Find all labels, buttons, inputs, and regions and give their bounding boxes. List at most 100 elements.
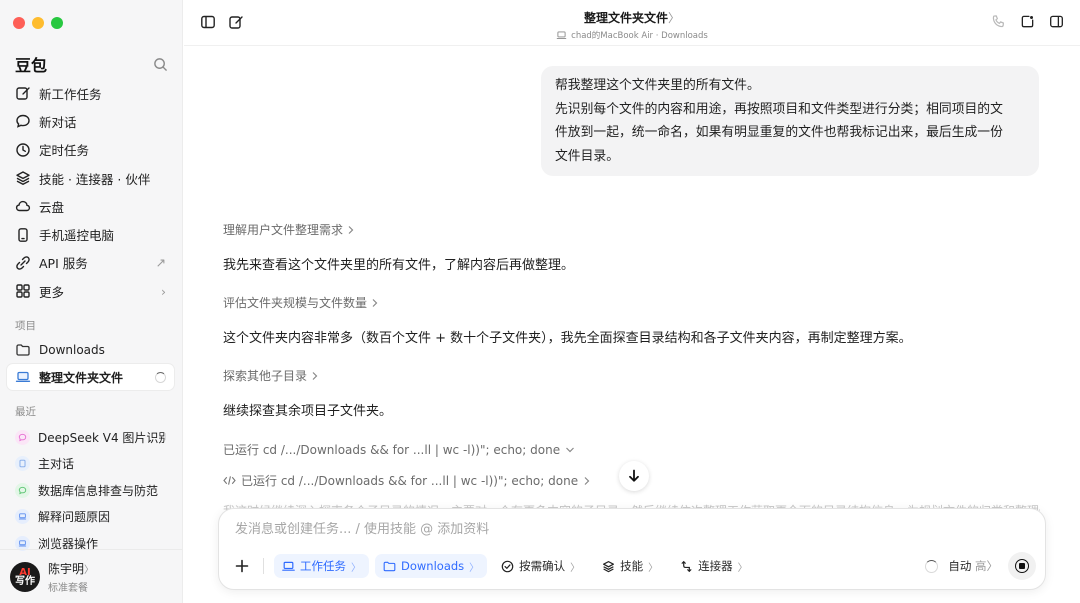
minimize-window-button[interactable] [32,17,44,29]
recent-label: 解释问题原因 [38,510,111,525]
chevron-right-icon [371,298,379,308]
project-label: Downloads [39,343,105,357]
app-title: 豆包 [15,56,48,75]
user-message-line: 帮我整理这个文件夹里的所有文件。 [555,78,760,93]
nav-cloud-drive[interactable]: 云盘 [7,192,174,220]
phone-icon [15,227,31,243]
command-run-toggle[interactable]: 已运行 cd /.../Downloads && for ...ll | wc … [223,441,575,458]
command-run-row[interactable]: 已运行 cd /.../Downloads && for ...ll | wc … [223,472,591,489]
top-bar-right [991,14,1064,29]
project-item-organize-files[interactable]: 整理文件夹文件 [7,364,174,390]
recent-item-main-chat[interactable]: 主对话 [7,451,174,478]
message-composer: 工作任务 〉 Downloads 〉 按需确认 〉 技能 〉 连接器 [218,508,1046,590]
conversation-title: 整理文件夹文件 [583,11,668,25]
command-run-text: 已运行 cd /.../Downloads && for ...ll | wc … [241,474,579,488]
recent-item-database-check[interactable]: 数据库信息排查与防范 [7,477,174,504]
chevron-right-icon: 〉 [469,562,480,574]
recent-item-deepseek[interactable]: DeepSeek V4 图片识别 [7,424,174,451]
nav-label: 手机遥控电脑 [39,228,115,244]
connector-icon [680,560,693,573]
cloud-icon [15,198,31,214]
search-icon[interactable] [153,57,168,72]
conversation-title-row: 整理文件夹文件〉 [184,9,1080,26]
recent-item-explain-cause[interactable]: 解释问题原因 [7,504,174,531]
thinking-step-toggle[interactable]: 评估文件夹规模与文件数量 [223,294,379,311]
chat-bubble-icon [15,482,30,498]
nav-api-service[interactable]: API 服务 ↗ [7,249,174,277]
user-message-line: 文件目录。 [555,148,619,164]
close-window-button[interactable] [13,17,25,29]
mode-label: 自动 [948,559,972,573]
recent-list: DeepSeek V4 图片识别 主对话 数据库信息排查与防范 解释问题原因 浏… [7,424,174,557]
folder-icon [15,342,31,358]
user-message-bubble: 帮我整理这个文件夹里的所有文件。 先识别每个文件的内容和用途，再按照项目和文件类… [541,66,1039,176]
connectors-chip[interactable]: 连接器 〉 [672,554,756,578]
laptop-icon [556,30,567,40]
nav-label: 更多 [39,284,65,300]
chip-label: 技能 [620,559,644,573]
user-footer[interactable]: AI 写作 陈宇明〉 标准套餐 [0,549,182,603]
chat-bubble-icon [15,113,31,129]
work-task-mode-chip[interactable]: 工作任务 〉 [274,554,369,578]
nav-more[interactable]: 更多 › [7,277,174,305]
avatar: AI 写作 [10,561,40,592]
chevron-right-icon: 〉 [570,562,581,574]
confirm-mode-chip[interactable]: 按需确认 〉 [493,554,588,578]
edit-icon [15,85,31,101]
user-plan: 标准套餐 [48,582,88,594]
nav-label: 技能 · 连接器 · 伙伴 [39,171,151,187]
user-name: 陈宇明 [48,561,85,576]
top-bar-title-block[interactable]: 整理文件夹文件〉 chad的MacBook Air · Downloads [184,9,1080,44]
nav-label: 新工作任务 [39,86,102,102]
share-window-icon[interactable] [1020,14,1035,29]
code-icon [223,475,236,486]
add-attachment-button[interactable] [231,555,253,577]
clock-icon [15,142,31,158]
chevron-right-icon: 〉 [986,559,999,573]
laptop-icon [15,369,31,385]
composer-right-controls: 自动 高〉 [925,552,1036,580]
assistant-text: 我先来查看这个文件夹里的所有文件，了解内容后再做整理。 [223,258,575,273]
skills-chip[interactable]: 技能 〉 [594,554,666,578]
stop-generation-button[interactable] [1008,552,1036,580]
message-input[interactable] [235,522,1029,537]
phone-call-icon[interactable] [991,14,1006,29]
composer-toolbar: 工作任务 〉 Downloads 〉 按需确认 〉 技能 〉 连接器 〉 [231,554,756,578]
downloads-folder-chip[interactable]: Downloads 〉 [375,554,488,578]
nav-new-work-task[interactable]: 新工作任务 [7,79,174,107]
nav-skills-connectors[interactable]: 技能 · 连接器 · 伙伴 [7,164,174,192]
top-bar: 整理文件夹文件〉 chad的MacBook Air · Downloads [184,0,1080,46]
thinking-step-toggle[interactable]: 理解用户文件整理需求 [223,221,355,238]
project-label: 整理文件夹文件 [39,370,124,385]
folder-icon [383,561,396,572]
laptop-icon [282,561,295,572]
nav-label: 定时任务 [39,143,90,159]
scroll-to-bottom-button[interactable] [619,461,649,491]
auto-mode-selector[interactable]: 自动 高〉 [948,558,998,574]
panel-right-icon[interactable] [1049,14,1064,29]
user-info: 陈宇明〉 标准套餐 [48,560,94,594]
recent-label: 主对话 [38,457,75,472]
nav-label: API 服务 [39,256,88,272]
maximize-window-button[interactable] [51,17,63,29]
chevron-right-icon [311,371,319,381]
projects-section-label: 项目 [15,320,36,332]
assistant-text: 继续探查其余项目子文件夹。 [223,404,393,419]
thinking-step-toggle[interactable]: 探索其他子目录 [223,367,319,384]
recent-section-label: 最近 [15,406,36,418]
chat-bubble-icon [15,429,30,445]
chip-label: Downloads [401,559,465,573]
brand-row: 豆包 [15,52,168,76]
chevron-right-icon: 〉 [668,11,681,25]
nav-scheduled-tasks[interactable]: 定时任务 [7,136,174,164]
window-controls [13,17,63,29]
command-run-text: 已运行 cd /.../Downloads && for ...ll | wc … [223,443,561,457]
user-name-row: 陈宇明〉 [48,560,94,577]
nav-new-chat[interactable]: 新对话 [7,107,174,135]
chip-label: 工作任务 [300,559,346,573]
chevron-right-icon: 〉 [351,562,361,574]
grid-icon [15,283,31,299]
project-item-downloads[interactable]: Downloads [7,337,174,363]
chip-label: 连接器 [698,559,733,573]
nav-phone-remote[interactable]: 手机遥控电脑 [7,220,174,248]
